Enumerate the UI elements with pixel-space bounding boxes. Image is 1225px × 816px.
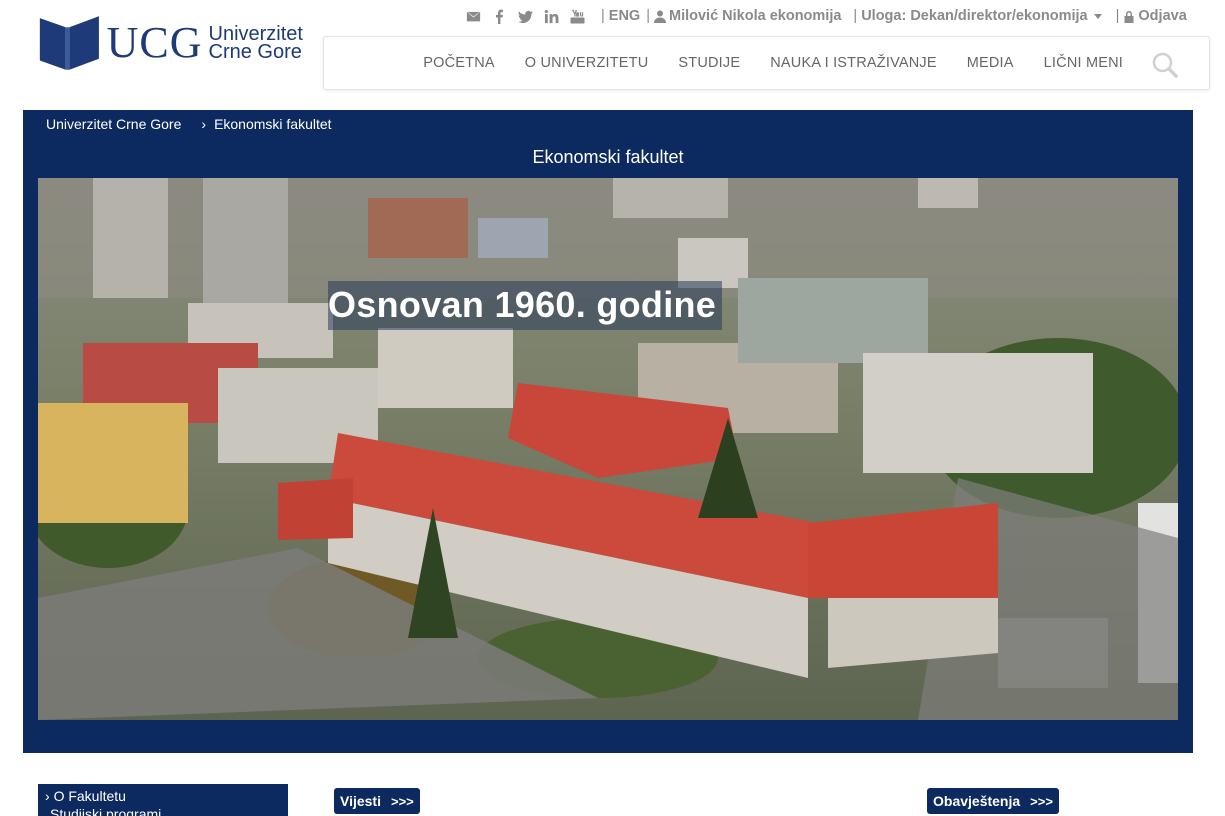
logout-link[interactable]: Odjava [1123,8,1187,24]
logo-fullname: Univerzitet Crne Gore [208,24,303,63]
top-utility-bar: | ENG | Milović Nikola ekonomija | Uloga… [465,6,1187,26]
caret-down-icon [1093,13,1102,19]
nav-item-research[interactable]: NAUKA I ISTRAŽIVANJE [770,55,937,71]
banner-footer [23,720,1193,753]
role-label: Uloga: Dekan/direktor/ekonomija [861,8,1088,24]
nav-item-media[interactable]: MEDIA [967,55,1014,71]
divider: | [853,8,858,24]
campus-aerial-photo [38,178,1178,720]
news-button[interactable]: Vijesti >>> [334,788,420,814]
linkedin-icon[interactable] [543,8,560,24]
side-item-label: Studijski programi [50,806,162,816]
logout-label: Odjava [1138,8,1187,24]
divider: | [601,8,605,24]
divider: | [1115,8,1120,24]
side-item-about-faculty[interactable]: › O Fakultetu [38,784,288,806]
faculty-side-menu: › O Fakultetu Studijski programi [38,784,288,816]
faculty-banner: Univerzitet Crne Gore › Ekonomski fakult… [23,110,1193,753]
facebook-icon[interactable] [491,8,508,24]
language-switch[interactable]: ENG [609,8,640,24]
notices-arrows: >>> [1030,793,1053,809]
main-navigation: POČETNA O UNIVERZITETU STUDIJE NAUKA I I… [323,36,1210,90]
user-name: Milović Nikola ekonomija [668,8,842,24]
youtube-icon[interactable] [569,8,586,24]
user-menu[interactable]: Milović Nikola ekonomija [653,8,842,24]
nav-item-home[interactable]: POČETNA [423,55,495,71]
breadcrumb: Univerzitet Crne Gore › Ekonomski fakult… [46,116,332,132]
lock-icon [1124,10,1134,23]
ucg-logo[interactable]: UCG Univerzitet Crne Gore [38,12,303,74]
logo-short: UCG [106,18,203,67]
twitter-icon[interactable] [517,8,534,24]
side-item-label: O Fakultetu [53,788,126,804]
page-title: Ekonomski fakultet [532,147,684,167]
news-label: Vijesti [340,793,381,809]
chevron-right-icon: › [201,116,207,132]
breadcrumb-root[interactable]: Univerzitet Crne Gore [46,116,181,132]
search-icon[interactable] [1151,51,1179,79]
banner-caption: Osnovan 1960. godine [328,281,723,330]
envelope-icon[interactable] [465,8,482,24]
nav-item-about-university[interactable]: O UNIVERZITETU [525,55,649,71]
book-logo-icon [39,16,99,70]
news-arrows: >>> [391,793,414,809]
notices-button[interactable]: Obavještenja >>> [927,788,1059,814]
nav-item-studies[interactable]: STUDIJE [678,55,740,71]
divider: | [646,8,650,24]
nav-items: POČETNA O UNIVERZITETU STUDIJE NAUKA I I… [393,37,1123,89]
side-item-study-programs[interactable]: Studijski programi [38,806,288,816]
logo-line2: Crne Gore [208,41,302,63]
breadcrumb-current[interactable]: Ekonomski fakultet [214,116,332,132]
user-icon [653,10,666,23]
nav-item-personal-menu[interactable]: LIČNI MENI [1044,55,1123,71]
notices-label: Obavještenja [933,793,1021,809]
role-dropdown[interactable]: Uloga: Dekan/direktor/ekonomija [861,8,1109,24]
